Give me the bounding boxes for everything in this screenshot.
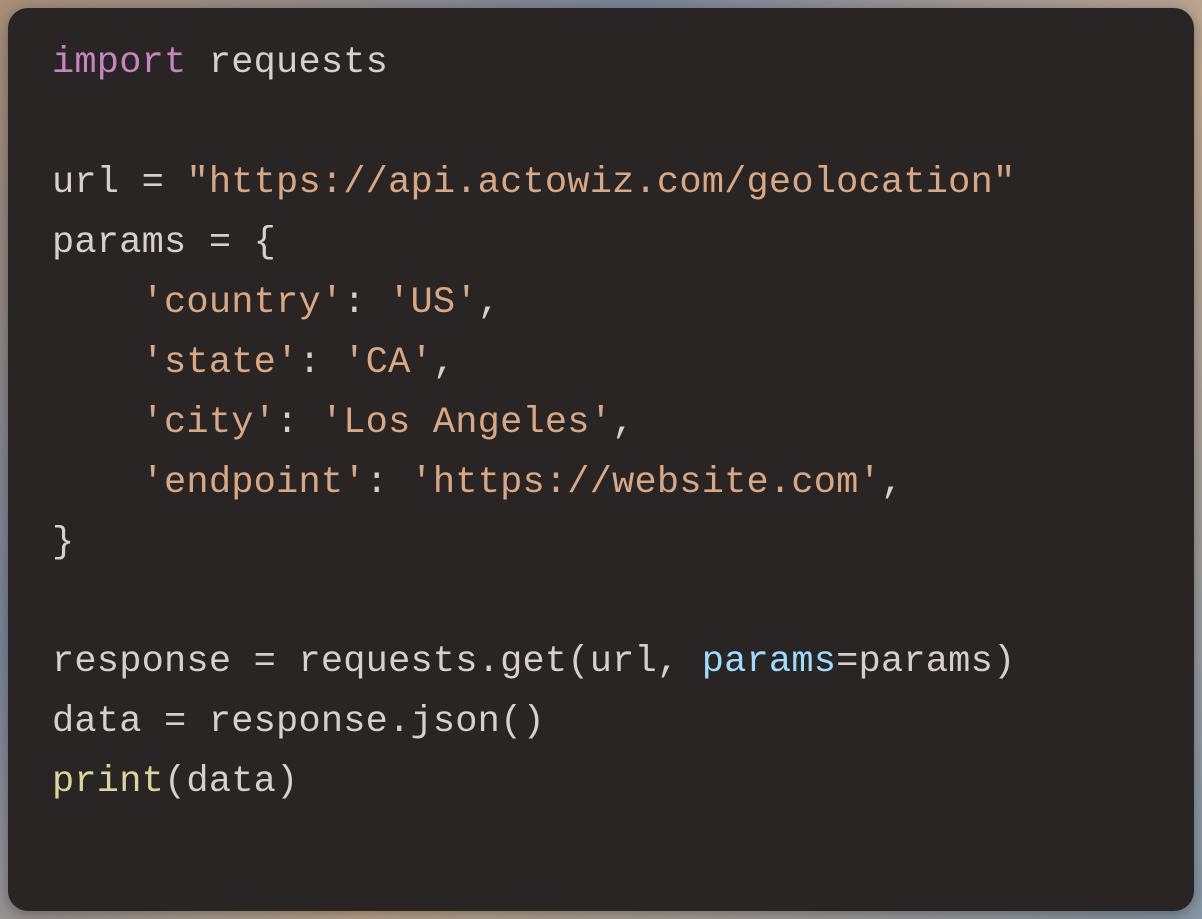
code-token: , bbox=[612, 402, 634, 444]
code-token: requests bbox=[186, 42, 388, 84]
code-token: 'Los Angeles' bbox=[321, 402, 612, 444]
code-token: = bbox=[164, 701, 186, 743]
code-token bbox=[52, 282, 142, 324]
code-token: : bbox=[276, 402, 321, 444]
code-token: 'US' bbox=[388, 282, 478, 324]
code-token: } bbox=[52, 522, 74, 564]
python-code-block: import requests url = "https://api.actow… bbox=[52, 34, 1150, 813]
code-token: response.json() bbox=[186, 701, 544, 743]
code-token bbox=[52, 462, 142, 504]
code-token: params) bbox=[859, 641, 1016, 683]
code-token: url bbox=[52, 162, 142, 204]
code-token: = bbox=[209, 222, 231, 264]
code-token: : bbox=[366, 462, 411, 504]
code-token: 'CA' bbox=[343, 342, 433, 384]
code-token: 'https://website.com' bbox=[410, 462, 880, 504]
code-token: = bbox=[836, 641, 858, 683]
code-token: response bbox=[52, 641, 254, 683]
code-token: = bbox=[254, 641, 276, 683]
code-token: 'country' bbox=[142, 282, 344, 324]
code-token bbox=[231, 222, 253, 264]
code-token: 'endpoint' bbox=[142, 462, 366, 504]
code-token: requests.get(url, bbox=[276, 641, 702, 683]
code-token: = bbox=[142, 162, 164, 204]
code-token: 'state' bbox=[142, 342, 299, 384]
code-token: : bbox=[298, 342, 343, 384]
code-token: { bbox=[254, 222, 276, 264]
code-snippet-card: import requests url = "https://api.actow… bbox=[8, 8, 1194, 911]
code-token: import bbox=[52, 42, 186, 84]
code-token: , bbox=[433, 342, 455, 384]
code-token: , bbox=[881, 462, 903, 504]
code-token: "https://api.actowiz.com/geolocation" bbox=[186, 162, 1015, 204]
code-token: , bbox=[478, 282, 500, 324]
code-token: params bbox=[702, 641, 836, 683]
code-token: (data) bbox=[164, 761, 298, 803]
code-token: : bbox=[343, 282, 388, 324]
code-token: 'city' bbox=[142, 402, 276, 444]
code-token bbox=[52, 342, 142, 384]
code-token: params bbox=[52, 222, 209, 264]
code-token: data bbox=[52, 701, 164, 743]
code-token: print bbox=[52, 761, 164, 803]
code-token bbox=[164, 162, 186, 204]
code-token bbox=[52, 402, 142, 444]
